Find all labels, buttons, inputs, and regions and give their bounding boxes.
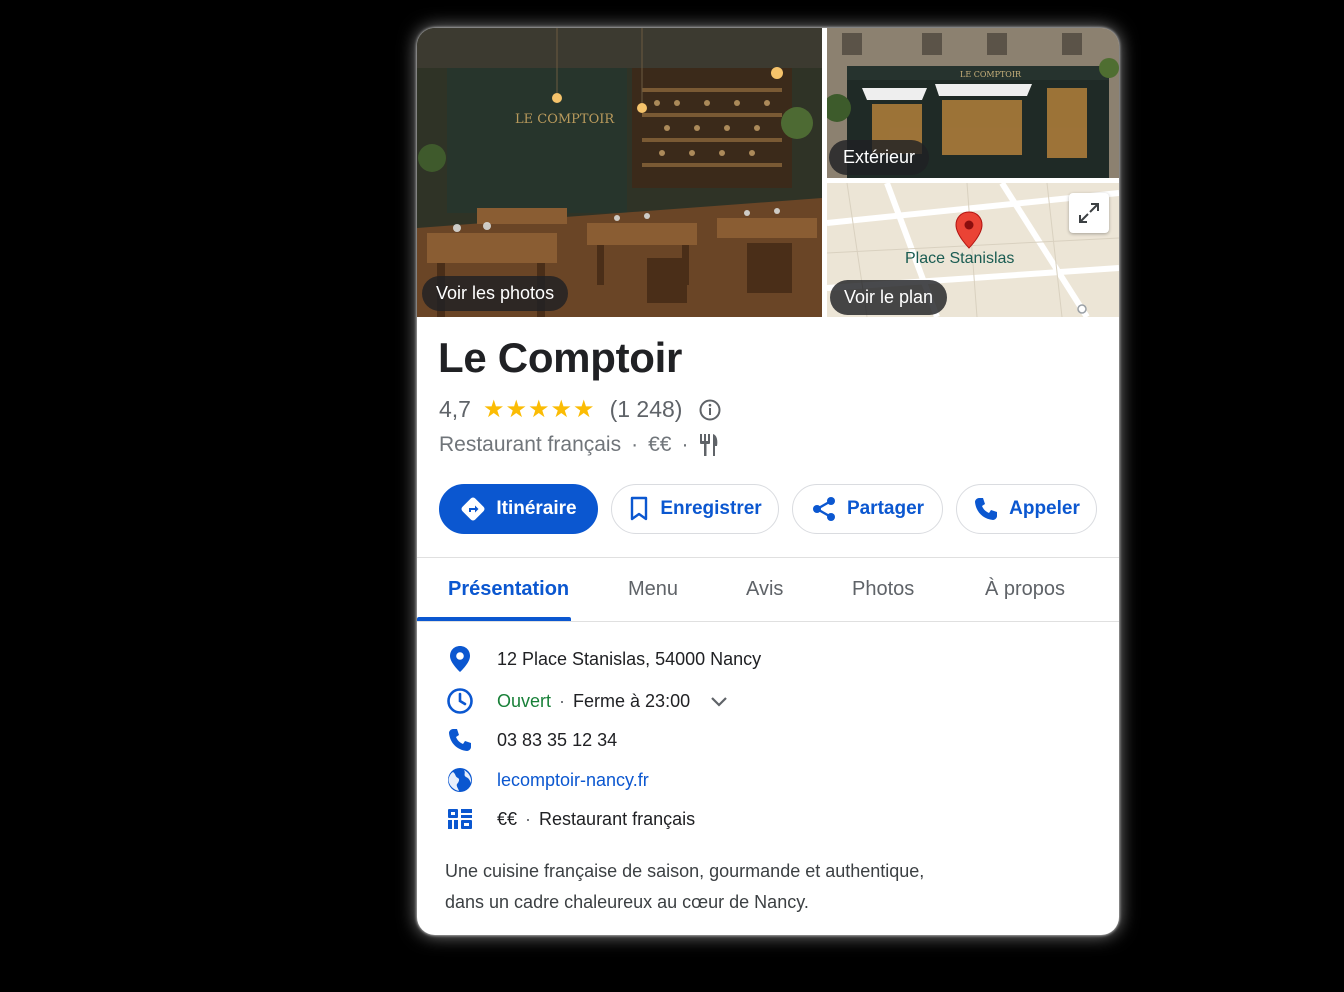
category-text: Restaurant français	[539, 808, 696, 829]
directions-button[interactable]: Itinéraire	[439, 484, 598, 534]
phone-icon	[449, 729, 471, 751]
restaurant-icon	[700, 434, 718, 456]
clock-icon	[447, 688, 473, 714]
map-preview[interactable]: Place Stanislas Voir le plan	[827, 183, 1119, 317]
place-title: Le Comptoir	[438, 334, 683, 381]
interior-photo-image: LE COMPTOIR	[417, 28, 822, 317]
expand-map-button[interactable]	[1069, 193, 1109, 233]
location-pin-icon	[450, 646, 470, 672]
website-row[interactable]: lecomptoir-nancy.fr	[445, 766, 649, 794]
action-buttons: Itinéraire Enregistrer Partager Appeler	[439, 484, 1097, 534]
globe-icon	[448, 768, 472, 792]
directions-label: Itinéraire	[496, 498, 577, 519]
divider	[417, 621, 1119, 622]
menu-grid-icon	[448, 809, 472, 829]
exterior-sign-text: LE COMPTOIR	[960, 70, 1022, 79]
info-icon[interactable]	[698, 398, 722, 422]
exterior-label: Extérieur	[829, 140, 930, 175]
separator-dot: ·	[559, 690, 566, 711]
tab-menu[interactable]: Menu	[628, 578, 678, 601]
save-button[interactable]: Enregistrer	[611, 484, 779, 534]
hours-row[interactable]: Ouvert · Ferme à 23:00	[445, 687, 728, 715]
expand-icon	[1079, 203, 1099, 223]
website-link[interactable]: lecomptoir-nancy.fr	[497, 770, 649, 791]
tab-presentation[interactable]: Présentation	[448, 578, 569, 601]
view-photos-button[interactable]: Voir les photos	[422, 276, 569, 311]
tab-reviews[interactable]: Avis	[746, 578, 783, 601]
exterior-photo[interactable]: LE COMPTOIR Extérieur	[827, 28, 1119, 178]
separator-dot: ·	[525, 808, 532, 829]
price-level: €€	[497, 808, 518, 829]
interior-sign-text: LE COMPTOIR	[515, 112, 615, 127]
description-line: Une cuisine française de saison, gourman…	[445, 861, 925, 881]
description-line: dans un cadre chaleureux au cœur de Nanc…	[445, 892, 809, 912]
call-label: Appeler	[1009, 498, 1080, 519]
separator-dot: ·	[631, 433, 639, 456]
share-icon	[812, 497, 835, 521]
share-button[interactable]: Partager	[792, 484, 943, 534]
view-map-button[interactable]: Voir le plan	[830, 280, 948, 315]
review-count[interactable]: (1 248)	[610, 396, 683, 423]
rating-stars: ★★★★★	[482, 396, 596, 423]
tab-bar: Présentation Menu Avis Photos À propos	[417, 558, 1119, 621]
share-label: Partager	[846, 498, 925, 519]
save-label: Enregistrer	[660, 498, 762, 519]
category-row: Restaurant français · €€ ·	[439, 433, 720, 457]
description: Une cuisine française de saison, gourman…	[445, 856, 1045, 918]
closing-time: Ferme à 23:00	[573, 690, 691, 711]
open-status: Ouvert	[497, 690, 552, 711]
interior-photo[interactable]: LE COMPTOIR Voir les photos	[417, 28, 822, 317]
directions-icon	[461, 497, 485, 521]
rating-row: 4,7 ★★★★★ (1 248)	[439, 395, 722, 424]
phone-icon	[975, 498, 998, 520]
map-pin-icon	[955, 211, 983, 249]
address-text: 12 Place Stanislas, 54000 Nancy	[497, 648, 762, 669]
price-row: €€ · Restaurant français	[445, 808, 695, 830]
map-place-label: Place Stanislas	[905, 250, 1015, 267]
rating-value: 4,7	[439, 396, 471, 422]
place-card: LE COMPTOIR Voir les photos LE COMPTOIR …	[417, 28, 1119, 935]
call-button[interactable]: Appeler	[956, 484, 1097, 534]
tab-photos[interactable]: Photos	[852, 578, 914, 601]
address-row[interactable]: 12 Place Stanislas, 54000 Nancy	[445, 645, 761, 673]
separator-dot: ·	[681, 433, 689, 456]
bookmark-icon	[631, 496, 648, 521]
category-label[interactable]: Restaurant français	[439, 433, 621, 457]
price-label: €€	[648, 433, 672, 456]
phone-row[interactable]: 03 83 35 12 34	[445, 727, 617, 753]
tab-about[interactable]: À propos	[985, 578, 1065, 601]
phone-number: 03 83 35 12 34	[497, 729, 618, 750]
chevron-down-icon[interactable]	[710, 695, 728, 707]
